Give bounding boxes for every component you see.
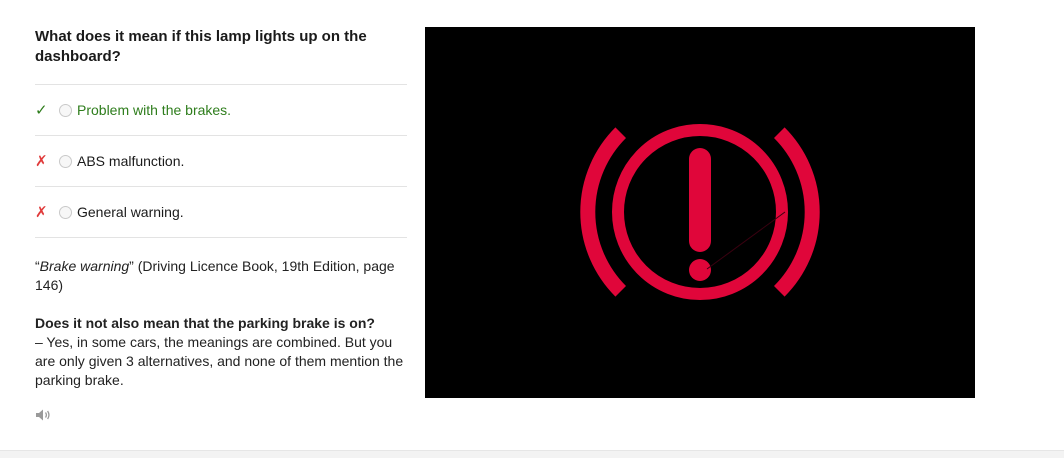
radio-button[interactable] [59, 154, 72, 168]
cross-icon: ✗ [35, 153, 48, 170]
answer-option-3[interactable]: ✗ General warning. [35, 187, 407, 238]
check-icon: ✓ [35, 102, 48, 119]
answer-option-2[interactable]: ✗ ABS malfunction. [35, 136, 407, 187]
brake-warning-lamp-icon [580, 124, 820, 300]
answer-label: General warning. [77, 204, 184, 220]
answer-option-1[interactable]: ✓ Problem with the brakes. [35, 85, 407, 136]
answer-list: ✓ Problem with the brakes. ✗ ABS malfunc… [35, 84, 407, 238]
question-image [425, 27, 975, 398]
radio-button[interactable] [59, 205, 72, 219]
faq-question: Does it not also mean that the parking b… [35, 315, 375, 331]
source-reference: “Brake warning” (Driving Licence Book, 1… [35, 257, 407, 295]
faq-block: Does it not also mean that the parking b… [35, 314, 407, 390]
answer-label: Problem with the brakes. [77, 102, 232, 118]
answer-label: ABS malfunction. [77, 153, 185, 169]
radio-button[interactable] [59, 103, 72, 117]
source-title: Brake warning [39, 258, 130, 274]
question-panel: What does it mean if this lamp lights up… [35, 27, 407, 422]
cross-icon: ✗ [35, 204, 48, 221]
question-text: What does it mean if this lamp lights up… [35, 28, 367, 65]
faq-answer: – Yes, in some cars, the meanings are co… [35, 334, 404, 388]
speaker-icon[interactable] [35, 408, 53, 422]
